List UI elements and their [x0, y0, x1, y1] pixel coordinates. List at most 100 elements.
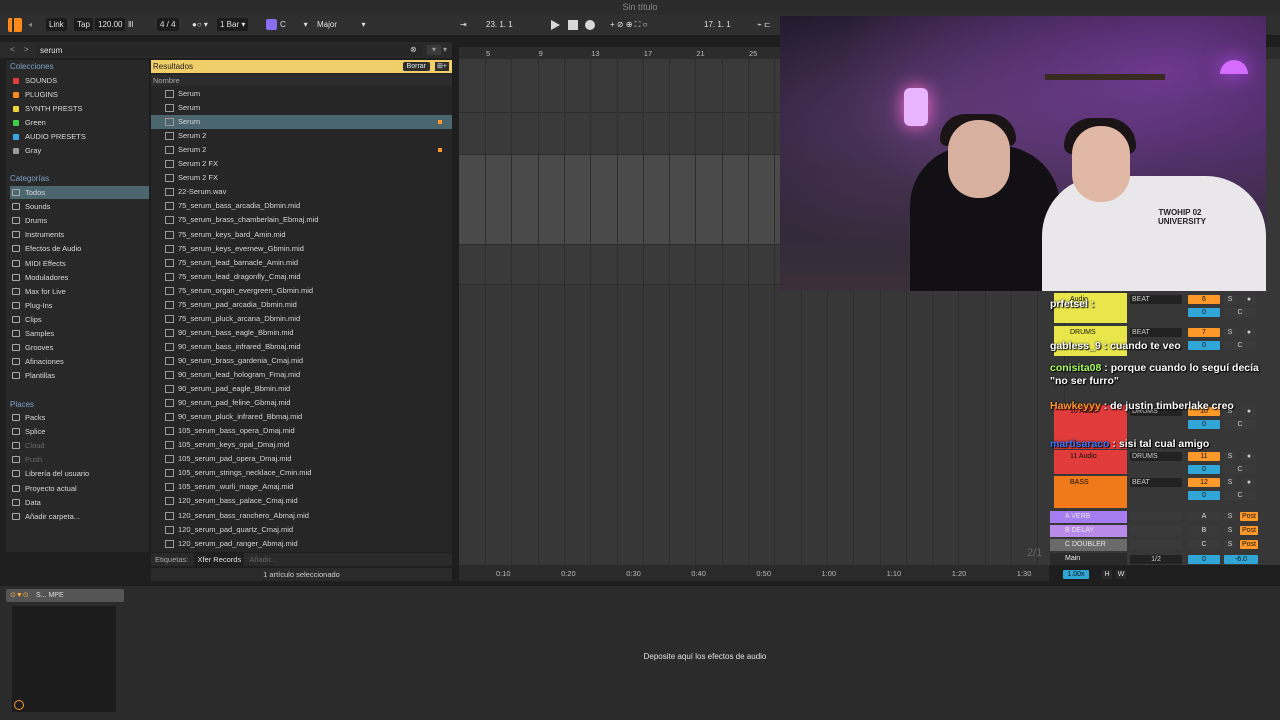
category-item[interactable]: Plantillas [10, 369, 149, 382]
file-row[interactable]: 105_serum_strings_necklace_Cmin.mid [151, 466, 452, 480]
back-arrow-icon[interactable]: < [10, 45, 15, 54]
file-row[interactable]: 120_serum_pad_quartz_Cmaj.mid [151, 523, 452, 537]
solo-button[interactable]: S [1224, 478, 1236, 487]
post-button[interactable]: Post [1240, 512, 1258, 521]
place-item[interactable]: Librería del usuario [10, 467, 149, 480]
category-item[interactable]: Efectos de Audio [10, 242, 149, 255]
play-icon[interactable] [551, 20, 560, 30]
file-row[interactable]: 90_serum_pluck_infrared_Bbmaj.mid [151, 410, 452, 424]
file-row[interactable]: Serum 2 [151, 143, 452, 157]
device-toggle-icon[interactable]: ⊙▼⊙ [10, 589, 29, 602]
clear-results-button[interactable]: Borrar [402, 62, 430, 71]
h-button[interactable]: H [1102, 570, 1112, 579]
volume-field[interactable]: 0 [1188, 491, 1220, 500]
file-row[interactable]: 90_serum_pad_eagle_Bbmin.mid [151, 382, 452, 396]
loop-icon[interactable]: ⌁ ⊏ [757, 18, 771, 31]
file-row[interactable]: 90_serum_lead_hologram_Fmaj.mid [151, 368, 452, 382]
file-row[interactable]: 75_serum_lead_barnacle_Amin.mid [151, 256, 452, 270]
device-body[interactable] [12, 606, 116, 712]
time-ruler[interactable]: 0:10 0:20 0:30 0:40 0:50 1:00 1:10 1:20 1:30 [459, 565, 1049, 581]
live-logo-icon[interactable] [8, 18, 22, 32]
cue-button[interactable]: C [1224, 465, 1256, 474]
file-row[interactable]: Serum 2 [151, 129, 452, 143]
automation-icons[interactable]: + ⊘ ⊕ ⛶ ○ [610, 18, 647, 31]
file-row[interactable]: 75_serum_pad_arcadia_Dbmin.mid [151, 298, 452, 312]
file-row[interactable]: Serum 2 FX [151, 157, 452, 171]
return-letter[interactable]: C [1188, 540, 1220, 549]
collection-item[interactable]: SYNTH PRESTS [10, 102, 149, 115]
main-volume-field[interactable]: 0 [1188, 555, 1220, 564]
file-row[interactable]: 75_serum_keys_bard_Amin.mid [151, 228, 452, 242]
return-track[interactable]: A VERB [1050, 511, 1127, 523]
metronome-icon[interactable]: ●○ ▾ [192, 18, 208, 31]
collection-item[interactable]: AUDIO PRESETS [10, 130, 149, 143]
post-button[interactable]: Post [1240, 526, 1258, 535]
place-item[interactable]: Proyecto actual [10, 482, 149, 495]
file-row[interactable]: Serum [151, 87, 452, 101]
collection-item[interactable]: Gray [10, 144, 149, 157]
return-letter[interactable]: A [1188, 512, 1220, 521]
song-position-field[interactable]: 23. 1. 1 [486, 18, 513, 31]
file-row[interactable]: 105_serum_bass_opera_Dmaj.mid [151, 424, 452, 438]
file-row[interactable]: 75_serum_organ_evergreen_Gbmin.mid [151, 284, 452, 298]
collection-item[interactable]: PLUGINS [10, 88, 149, 101]
tempo-multiplier-field[interactable]: 1.00x [1063, 570, 1089, 579]
send-slot[interactable] [1130, 512, 1182, 521]
file-row[interactable]: 90_serum_bass_infrared_Bbmaj.mid [151, 340, 452, 354]
category-item[interactable]: Samples [10, 327, 149, 340]
file-row[interactable]: Serum 2 FX [151, 171, 452, 185]
main-track[interactable]: Main [1050, 553, 1127, 565]
w-button[interactable]: W [1116, 570, 1126, 579]
file-row[interactable]: 120_serum_pad_ranger_Abmaj.mid [151, 537, 452, 551]
add-tag-button[interactable]: Añadir... [249, 555, 277, 564]
collection-item[interactable]: SOUNDS [10, 74, 149, 87]
category-item[interactable]: Plug-Ins [10, 299, 149, 312]
place-item[interactable]: Push [10, 453, 149, 466]
file-row[interactable]: 105_serum_wurli_mage_Amaj.mid [151, 480, 452, 494]
file-row[interactable]: 75_serum_keys_evernew_Gbmin.mid [151, 242, 452, 256]
stop-icon[interactable] [568, 20, 578, 30]
file-row[interactable]: 120_serum_bass_ranchero_Abmaj.mid [151, 509, 452, 523]
place-item[interactable]: Cloud [10, 439, 149, 452]
dropdown-icon[interactable]: ▾ [443, 45, 447, 54]
record-icon[interactable] [585, 20, 595, 30]
return-letter[interactable]: B [1188, 526, 1220, 535]
place-item[interactable]: Data [10, 496, 149, 509]
time-signature-field[interactable]: 4 / 4 [157, 18, 179, 31]
file-row[interactable]: 105_serum_pad_opera_Dmaj.mid [151, 452, 452, 466]
file-row[interactable]: Serum [151, 101, 452, 115]
category-item[interactable]: Clips [10, 313, 149, 326]
category-item[interactable]: Grooves [10, 341, 149, 354]
return-track[interactable]: B DELAY [1050, 525, 1127, 537]
arm-button[interactable]: ● [1242, 478, 1256, 487]
name-column-header[interactable]: Nombre [151, 75, 452, 86]
main-db-field[interactable]: -6.0 [1224, 555, 1258, 564]
file-row[interactable]: 75_serum_brass_chamberlain_Ebmaj.mid [151, 213, 452, 227]
category-item[interactable]: Max for Live [10, 285, 149, 298]
file-row[interactable]: 90_serum_brass_gardenia_Cmaj.mid [151, 354, 452, 368]
file-row[interactable]: 90_serum_bass_eagle_Bbmin.mid [151, 326, 452, 340]
category-item[interactable]: Moduladores [10, 271, 149, 284]
scale-select[interactable]: Major ▾ [317, 18, 365, 31]
clear-search-icon[interactable]: ⊗ [410, 45, 417, 54]
collection-item[interactable]: Green [10, 116, 149, 129]
mixer-track[interactable]: BASS [1054, 476, 1127, 508]
power-icon[interactable] [14, 700, 24, 710]
tempo-field[interactable]: 120.00 [95, 18, 126, 31]
category-item[interactable]: Drums [10, 214, 149, 227]
place-item[interactable]: Añadir carpeta... [10, 510, 149, 523]
track-number[interactable]: 12 [1188, 478, 1220, 487]
send-slot[interactable] [1130, 526, 1182, 535]
file-row[interactable]: 120_serum_bass_palace_Cmaj.mid [151, 494, 452, 508]
file-row[interactable]: Serum [151, 115, 452, 130]
solo-button[interactable]: S [1224, 526, 1236, 535]
tag-chip[interactable]: Xfer Records [194, 553, 245, 566]
post-button[interactable]: Post [1240, 540, 1258, 549]
key-select[interactable]: C ▾ [266, 18, 308, 31]
nudge-icon[interactable]: ǁǀ [128, 18, 133, 31]
add-filter-icon[interactable]: ⊞+ [435, 62, 449, 71]
send-slot[interactable] [1130, 540, 1182, 549]
search-input[interactable] [36, 44, 422, 56]
file-row[interactable]: 90_serum_pad_feline_Gbmaj.mid [151, 396, 452, 410]
solo-button[interactable]: S [1224, 512, 1236, 521]
